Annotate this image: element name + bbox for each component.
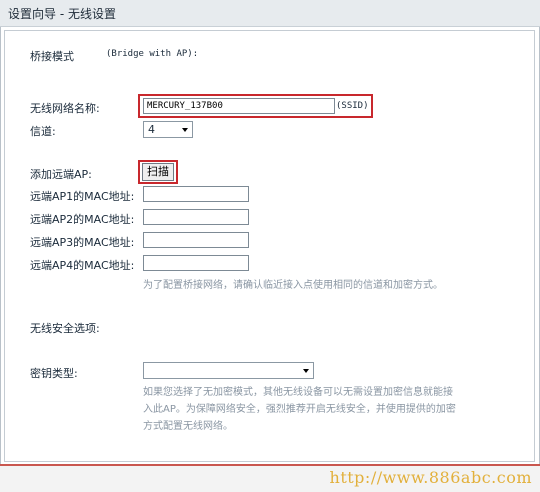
ssid-suffix: (SSID) <box>336 101 369 111</box>
page-title: 设置向导 - 无线设置 <box>8 7 116 21</box>
ssid-input[interactable]: MERCURY_137B00 <box>143 98 335 114</box>
mac-label-2: 远端AP2的MAC地址: <box>30 213 135 226</box>
bridge-mode-label: 桥接模式 <box>30 50 74 63</box>
title-bar: 设置向导 - 无线设置 <box>0 0 540 27</box>
channel-label: 信道: <box>30 125 56 138</box>
channel-value: 4 <box>148 123 155 136</box>
mac-label-3: 远端AP3的MAC地址: <box>30 236 135 249</box>
key-type-label: 密钥类型: <box>30 367 78 380</box>
add-remote-ap-label: 添加远端AP: <box>30 168 92 181</box>
channel-select[interactable]: 4 <box>143 121 193 138</box>
wireless-security-label: 无线安全选项: <box>30 322 100 335</box>
key-type-select[interactable] <box>143 362 314 379</box>
mac-input-3[interactable] <box>143 232 249 248</box>
bridge-hint: 为了配置桥接网络，请确认临近接入点使用相同的信道和加密方式。 <box>143 280 443 291</box>
security-hint-line-2: 入此AP。为保障网络安全，强烈推荐开启无线安全，并使用提供的加密 <box>143 404 456 415</box>
watermark: http://www.886abc.com <box>329 468 532 487</box>
scan-button[interactable]: 扫描 <box>142 163 174 181</box>
mac-input-2[interactable] <box>143 209 249 225</box>
chevron-down-icon <box>303 369 309 373</box>
security-hint-line-3: 方式配置无线网络。 <box>143 421 233 432</box>
ssid-label: 无线网络名称: <box>30 102 100 115</box>
mac-input-4[interactable] <box>143 255 249 271</box>
bridge-mode-note: (Bridge with AP): <box>106 49 199 59</box>
mac-label-1: 远端AP1的MAC地址: <box>30 190 135 203</box>
chevron-down-icon <box>182 128 188 132</box>
mac-label-4: 远端AP4的MAC地址: <box>30 259 135 272</box>
security-hint-line-1: 如果您选择了无加密模式，其他无线设备可以无需设置加密信息就能接 <box>143 387 453 398</box>
mac-input-1[interactable] <box>143 186 249 202</box>
